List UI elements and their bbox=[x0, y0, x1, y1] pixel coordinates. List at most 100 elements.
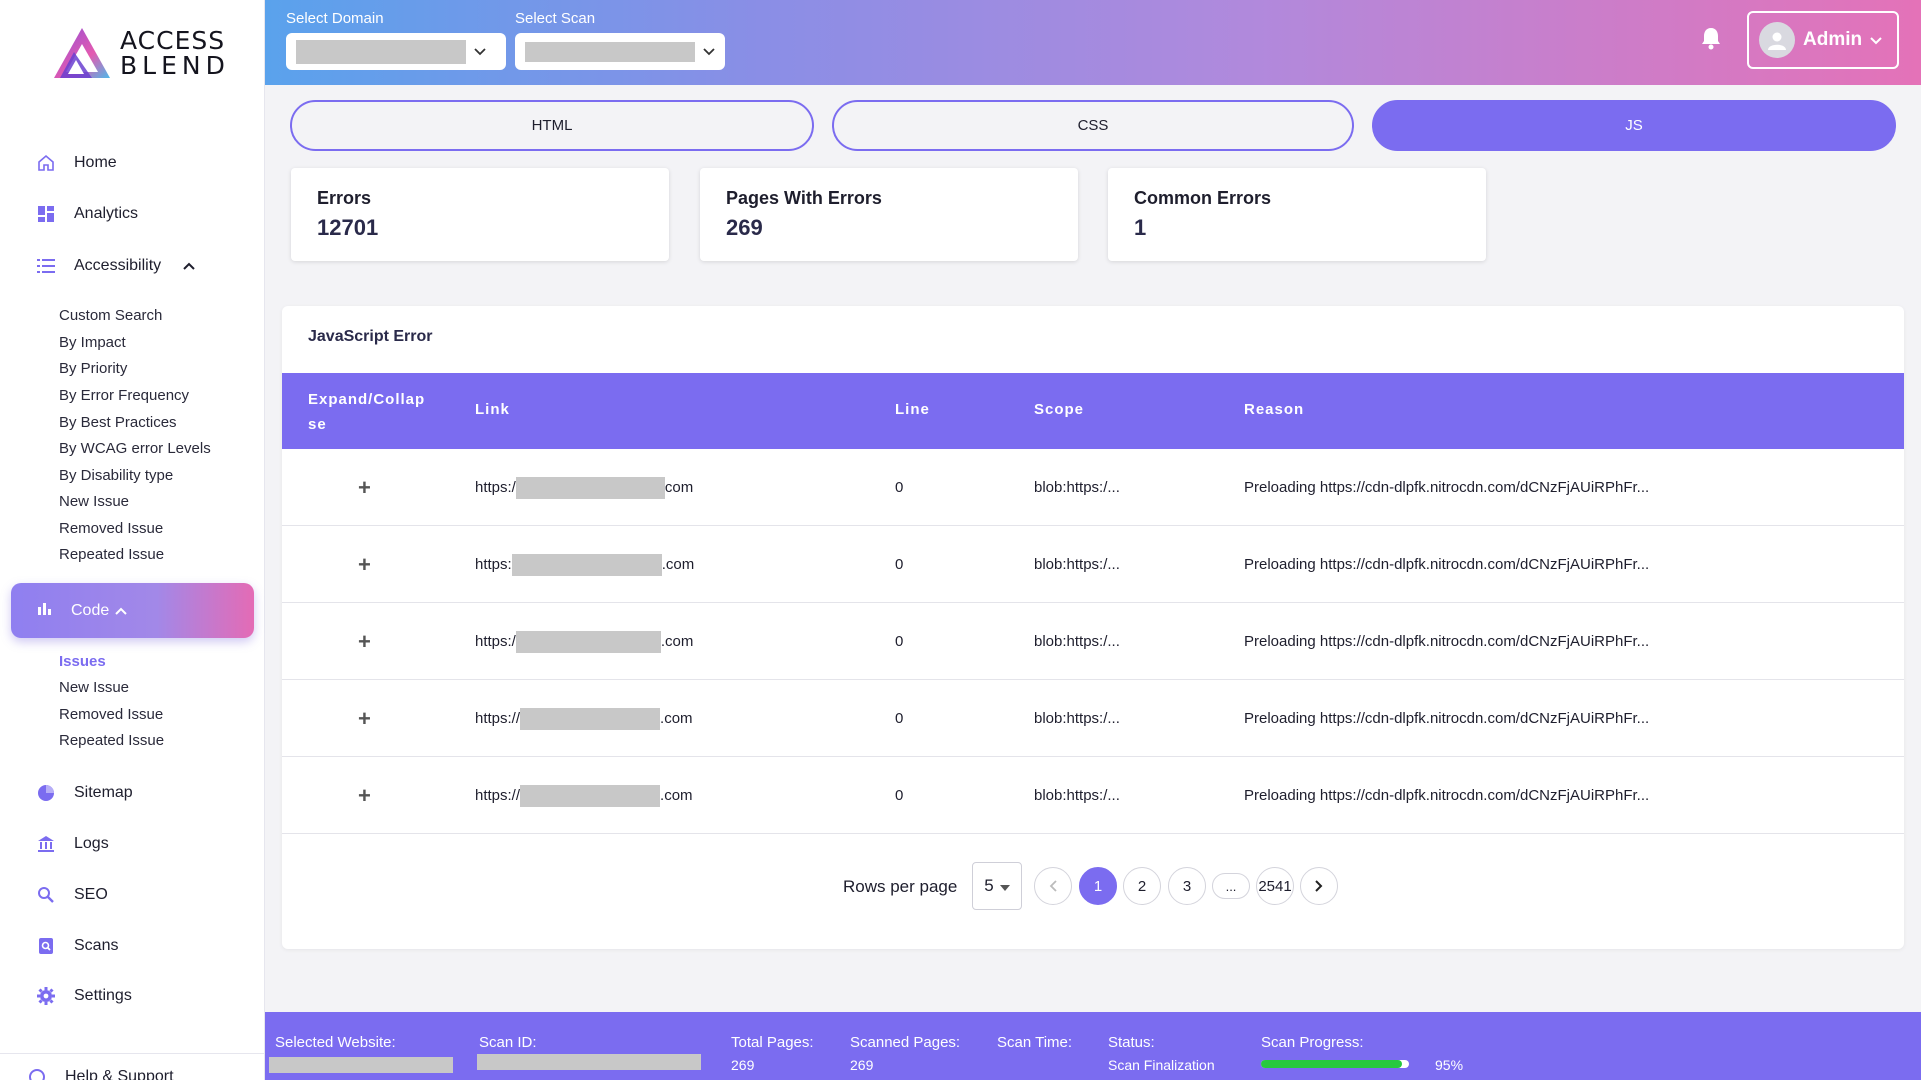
expand-toggle[interactable]: + bbox=[358, 783, 371, 809]
sidebar-item-help[interactable]: Help & Support bbox=[27, 1067, 174, 1080]
pagination: Rows per page 5 1 2 3 ... 2541 bbox=[282, 862, 1904, 912]
sidebar-subitem-issues[interactable]: Issues bbox=[59, 653, 106, 670]
line-cell: 0 bbox=[895, 556, 904, 573]
bell-icon[interactable] bbox=[1700, 26, 1722, 50]
chevron-down-icon bbox=[474, 43, 486, 61]
next-page-button[interactable] bbox=[1300, 867, 1338, 905]
table-row: + https:/ com 0 blob:https:/... Preloadi… bbox=[282, 449, 1904, 526]
status-value: Scan Finalization bbox=[1108, 1057, 1215, 1073]
redacted-value bbox=[520, 707, 661, 730]
reason-cell: Preloading https://cdn-dlpfk.nitrocdn.co… bbox=[1244, 633, 1650, 650]
gear-icon bbox=[36, 986, 56, 1006]
chevron-left-icon bbox=[1049, 880, 1057, 892]
stat-card-pages-with-errors: Pages With Errors 269 bbox=[700, 168, 1078, 261]
chevron-up-icon bbox=[183, 259, 195, 273]
bar-chart-icon bbox=[37, 600, 53, 621]
sidebar-item-logs[interactable]: Logs bbox=[36, 834, 109, 854]
col-reason: Reason bbox=[1244, 401, 1305, 418]
sidebar-subitem-repeated-issue[interactable]: Repeated Issue bbox=[59, 546, 164, 563]
sidebar-subitem-code-repeated-issue[interactable]: Repeated Issue bbox=[59, 732, 164, 749]
js-error-panel: JavaScript Error Expand/Collap se Link L… bbox=[282, 306, 1904, 949]
scanned-pages-label: Scanned Pages: bbox=[850, 1034, 961, 1051]
tab-js[interactable]: JS bbox=[1372, 100, 1896, 151]
sidebar-subitem-code-new-issue[interactable]: New Issue bbox=[59, 679, 129, 696]
expand-toggle[interactable]: + bbox=[358, 706, 371, 732]
avatar bbox=[1759, 22, 1795, 58]
sidebar-item-analytics[interactable]: Analytics bbox=[36, 204, 138, 224]
sidebar-subitem-new-issue[interactable]: New Issue bbox=[59, 493, 129, 510]
domain-select[interactable] bbox=[286, 33, 506, 70]
rows-per-page-select[interactable]: 5 bbox=[972, 862, 1022, 910]
reason-cell: Preloading https://cdn-dlpfk.nitrocdn.co… bbox=[1244, 479, 1650, 496]
pie-chart-icon bbox=[36, 783, 56, 803]
page-button-1[interactable]: 1 bbox=[1079, 867, 1117, 905]
scope-cell: blob:https:/... bbox=[1034, 710, 1120, 727]
tab-html[interactable]: HTML bbox=[290, 100, 814, 151]
page-button-3[interactable]: 3 bbox=[1168, 867, 1206, 905]
sidebar-item-settings[interactable]: Settings bbox=[36, 986, 132, 1006]
selected-website-value bbox=[269, 1057, 453, 1073]
scan-select[interactable] bbox=[515, 33, 725, 70]
page-button-2[interactable]: 2 bbox=[1123, 867, 1161, 905]
sidebar-item-label: Analytics bbox=[74, 205, 139, 222]
sidebar-subitem-by-best-practices[interactable]: By Best Practices bbox=[59, 414, 177, 431]
tab-css[interactable]: CSS bbox=[832, 100, 1354, 151]
expand-toggle[interactable]: + bbox=[358, 629, 371, 655]
admin-menu-button[interactable]: Admin bbox=[1747, 11, 1899, 69]
link-cell[interactable]: https:/ .com bbox=[475, 603, 693, 680]
page-ellipsis: ... bbox=[1212, 873, 1250, 899]
reason-cell: Preloading https://cdn-dlpfk.nitrocdn.co… bbox=[1244, 710, 1650, 727]
chevron-down-icon bbox=[703, 43, 715, 61]
line-cell: 0 bbox=[895, 479, 904, 496]
scan-id-value bbox=[477, 1054, 701, 1070]
sidebar-item-code[interactable]: Code bbox=[11, 583, 254, 638]
sidebar-item-sitemap[interactable]: Sitemap bbox=[36, 783, 133, 803]
total-pages-value: 269 bbox=[731, 1057, 755, 1073]
link-prefix: https:// bbox=[475, 787, 521, 804]
col-expand: Expand/Collap se bbox=[308, 391, 426, 433]
table-header: Expand/Collap se Link Line Scope Reason bbox=[282, 373, 1904, 449]
rows-per-page-label: Rows per page bbox=[843, 877, 958, 896]
stat-label: Pages With Errors bbox=[726, 188, 882, 208]
line-cell: 0 bbox=[895, 710, 904, 727]
sidebar-subitem-by-wcag-levels[interactable]: By WCAG error Levels bbox=[59, 440, 211, 457]
redacted-value bbox=[515, 476, 665, 499]
total-pages-label: Total Pages: bbox=[731, 1034, 814, 1051]
scope-cell: blob:https:/... bbox=[1034, 787, 1120, 804]
admin-label: Admin bbox=[1803, 29, 1863, 50]
sidebar-subitem-by-error-frequency[interactable]: By Error Frequency bbox=[59, 387, 189, 404]
redacted-value bbox=[520, 784, 661, 807]
sidebar-subitem-by-disability-type[interactable]: By Disability type bbox=[59, 467, 173, 484]
link-cell[interactable]: https:// .com bbox=[475, 680, 693, 757]
selected-website-label: Selected Website: bbox=[275, 1034, 396, 1051]
sidebar-item-label: Settings bbox=[74, 987, 132, 1004]
link-cell[interactable]: https:/ com bbox=[475, 449, 693, 526]
link-cell[interactable]: https:// .com bbox=[475, 757, 693, 834]
brand-line1: ACCESS bbox=[120, 26, 226, 55]
page-button-last[interactable]: 2541 bbox=[1256, 867, 1294, 905]
expand-toggle[interactable]: + bbox=[358, 475, 371, 501]
sidebar-subitem-code-removed-issue[interactable]: Removed Issue bbox=[59, 706, 163, 723]
stat-value: 1 bbox=[1134, 215, 1147, 240]
sidebar-subitem-by-priority[interactable]: By Priority bbox=[59, 360, 127, 377]
prev-page-button[interactable] bbox=[1034, 867, 1072, 905]
sidebar-subitem-removed-issue[interactable]: Removed Issue bbox=[59, 520, 163, 537]
sidebar-item-scans[interactable]: Scans bbox=[36, 936, 118, 956]
sidebar-item-label: Home bbox=[74, 154, 117, 171]
table-row: + https:// .com 0 blob:https:/... Preloa… bbox=[282, 680, 1904, 757]
link-suffix: com bbox=[664, 479, 694, 496]
sidebar-item-home[interactable]: Home bbox=[36, 153, 117, 173]
sidebar-item-accessibility[interactable]: Accessibility bbox=[36, 256, 195, 276]
scan-id-label: Scan ID: bbox=[479, 1034, 537, 1051]
brand-logo[interactable]: ACCESS BLEND bbox=[52, 26, 230, 80]
bank-icon bbox=[36, 834, 56, 854]
stat-value: 12701 bbox=[317, 215, 379, 240]
link-prefix: https:/ bbox=[475, 633, 516, 650]
expand-toggle[interactable]: + bbox=[358, 552, 371, 578]
sidebar-subitem-by-impact[interactable]: By Impact bbox=[59, 334, 126, 351]
sidebar-item-seo[interactable]: SEO bbox=[36, 885, 108, 905]
sidebar-subitem-custom-search[interactable]: Custom Search bbox=[59, 307, 162, 324]
home-icon bbox=[36, 153, 56, 173]
link-cell[interactable]: https: .com bbox=[475, 526, 694, 603]
line-cell: 0 bbox=[895, 633, 904, 650]
